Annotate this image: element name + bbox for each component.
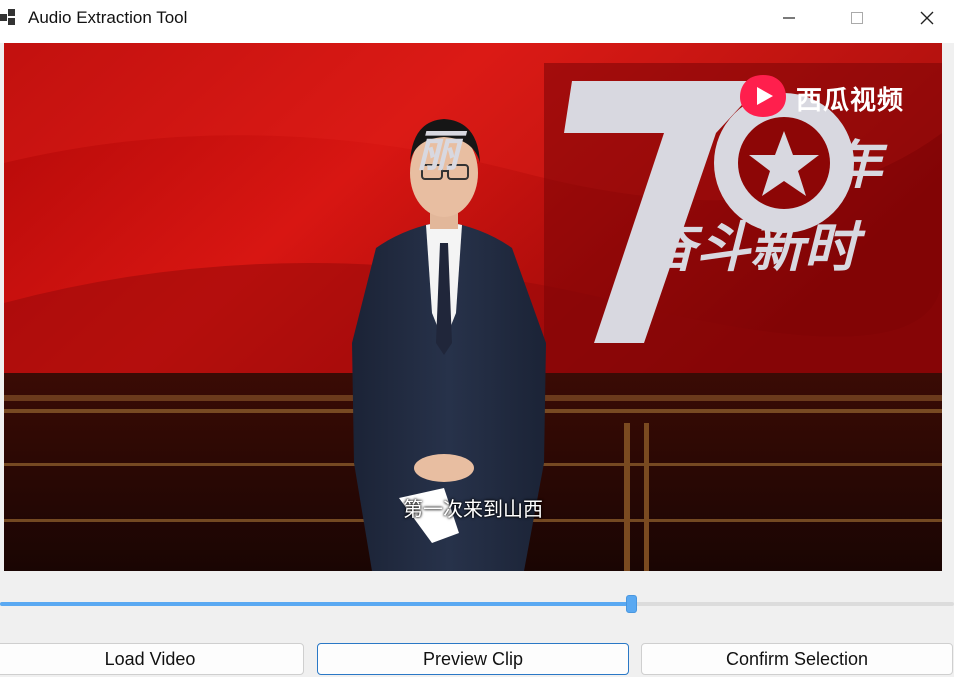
slider-progress-fill [0, 602, 632, 606]
video-frame [4, 43, 942, 571]
stage-text-year: 年 [830, 136, 883, 196]
window-title: Audio Extraction Tool [28, 8, 188, 27]
load-video-button[interactable]: Load Video [0, 643, 304, 675]
stage-text-left: 丽 [416, 126, 460, 177]
app-icon [0, 9, 15, 25]
maximize-icon [851, 11, 863, 24]
title-bar: Audio Extraction Tool [0, 0, 954, 43]
stage-text-slogan: 奋斗新时 [642, 216, 858, 279]
watermark-text: 西瓜视频 [796, 86, 905, 116]
minimize-icon [783, 16, 795, 19]
close-icon [920, 11, 934, 24]
video-display[interactable]: 丽 年 奋斗新时 西瓜视频 第一次来到山西 [4, 43, 942, 571]
slider-handle[interactable] [626, 595, 637, 613]
preview-clip-button[interactable]: Preview Clip [317, 643, 629, 675]
xigua-play-icon [740, 75, 786, 117]
close-button[interactable] [904, 0, 950, 35]
minimize-button[interactable] [766, 0, 812, 35]
video-subtitle: 第一次来到山西 [403, 497, 543, 521]
timeline-slider[interactable] [0, 594, 954, 614]
maximize-button[interactable] [834, 0, 880, 35]
confirm-selection-button[interactable]: Confirm Selection [641, 643, 953, 675]
watermark-logo [738, 73, 788, 119]
